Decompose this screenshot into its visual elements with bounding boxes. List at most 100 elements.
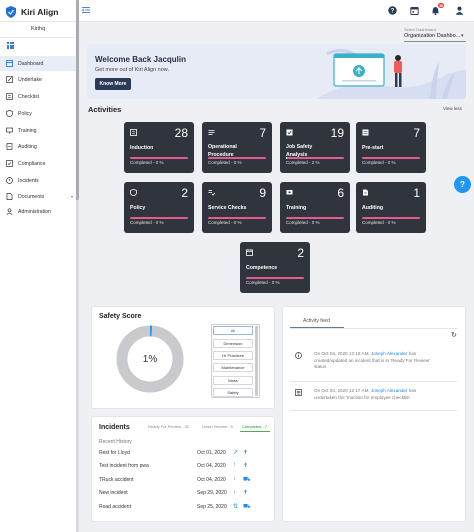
kiri-align-logo-icon [6, 6, 16, 18]
divider [0, 37, 76, 38]
feed-time: On Oct 04, 2020 12:18 AM, [314, 351, 370, 356]
user-avatar-icon[interactable] [455, 6, 464, 15]
tab-activity-feed[interactable]: Activity feed [303, 318, 330, 324]
dashboard-icon [6, 60, 13, 67]
incident-name: New incident [99, 490, 128, 496]
sidebar-item-documents[interactable]: Documents [0, 189, 76, 204]
incident-name: Test incident from pwa [99, 463, 149, 469]
tab-ready-for-review[interactable]: Ready For Review - 32 [148, 424, 189, 429]
checklist-icon [295, 389, 302, 396]
know-more-button[interactable]: Know More [95, 78, 131, 90]
sidebar-item-compliance[interactable]: Compliance [0, 156, 76, 171]
activity-card-job-safety-analysis[interactable]: 19 Job Safety Analysis Completed - 2 % [280, 122, 350, 173]
arrow-down-icon: ↓ [233, 489, 236, 495]
person-icon: ✝ [243, 463, 249, 469]
progress-bar [362, 217, 420, 219]
filter-hr-practices[interactable]: Hr Practices [213, 351, 253, 360]
safety-score-title: Safety Score [99, 313, 142, 320]
tab-completed[interactable]: Completed - 7 [242, 424, 267, 429]
progress-bar [246, 277, 304, 279]
sidebar-item-policy[interactable]: Policy [0, 106, 76, 121]
filter-all[interactable]: All [213, 326, 253, 335]
tab-under-review[interactable]: Under Review - 6 [202, 424, 233, 429]
filter-scrollbar[interactable] [255, 326, 258, 396]
swap-icon: ⇅ [233, 504, 239, 510]
feed-user-link[interactable]: Joseph Alexander [371, 351, 408, 356]
sidebar-item-administration[interactable]: Administration [0, 204, 76, 219]
activity-name: Competence [246, 265, 278, 271]
completion-text: Completed - 2 % [286, 160, 320, 165]
activity-count: 19 [330, 126, 344, 140]
training-icon [286, 190, 293, 195]
divider [290, 381, 457, 382]
filter-dimension[interactable]: Dimension [213, 339, 253, 348]
sidebar-item-auditing[interactable]: Auditing [0, 139, 76, 154]
sidebar-item-label: Dashboard [18, 60, 44, 67]
pre-start-icon [362, 129, 369, 136]
divider [0, 21, 76, 22]
activity-name: Auditing [362, 205, 384, 211]
truck-icon: ⛟ [243, 504, 251, 510]
incident-date: Oct 01, 2020 [197, 450, 226, 456]
sidebar-item-undertake[interactable]: Undertake [0, 72, 76, 87]
sidebar-item-training[interactable]: Training [0, 123, 76, 138]
filter-mass[interactable]: Mass [213, 376, 253, 385]
dashboard-select[interactable]: Organization Dashbo... [404, 33, 460, 39]
progress-bar [362, 157, 420, 159]
sidebar-item-incidents[interactable]: Incidents [0, 173, 76, 188]
activity-card-pre-start[interactable]: 7 Pre-start Completed - 0 % [356, 122, 426, 173]
chevron-down-icon[interactable]: ▾ [71, 194, 73, 199]
feed-user-link[interactable]: Joseph Alexander [371, 388, 408, 393]
incident-name: Rest for Lloyd [99, 450, 130, 456]
apps-grid-icon[interactable] [7, 42, 14, 49]
activity-card-training[interactable]: 6 Training Completed - 0 % [280, 182, 350, 233]
sidebar-item-label: Compliance [18, 160, 46, 167]
activity-card-operational-procedure[interactable]: 7 Operational Procedure Completed - 0 % [202, 122, 272, 173]
sidebar-item-label: Policy [18, 110, 32, 117]
help-icon[interactable]: ? [388, 6, 397, 15]
incidents-icon [6, 177, 13, 184]
incident-row[interactable]: Road accident Sep 25, 2020 ⇅ ⛟ [99, 504, 269, 516]
arrow-down-icon: ↓ [233, 476, 236, 482]
menu-collapse-icon[interactable] [82, 6, 90, 14]
refresh-icon[interactable]: ↻ [451, 331, 457, 339]
dropdown-caret-icon[interactable]: ▾ [461, 33, 464, 39]
safety-filter-list [211, 324, 260, 398]
activity-card-auditing[interactable]: 1 Auditing Completed - 0 % [356, 182, 426, 233]
sidebar-scrollbar-thumb[interactable] [76, 0, 79, 200]
checklist-icon [6, 93, 13, 100]
progress-bar [130, 157, 188, 159]
feed-item: On Oct 04, 2020 12:17 AM, Joseph Alexand… [314, 388, 439, 401]
completion-text: Completed - 0 % [208, 160, 242, 165]
completion-text: Completed - 0 % [362, 160, 396, 165]
incident-row[interactable]: New incident Sep 29, 2020 ↓ ✝ [99, 489, 269, 502]
sidebar-item-dashboard[interactable]: Dashboard [0, 56, 76, 71]
filter-maintenance[interactable]: Maintenance [213, 363, 253, 372]
calendar-icon[interactable] [410, 6, 419, 15]
incident-row[interactable]: Test incident from pwa Oct 04, 2020 ↑ ✝ [99, 462, 269, 475]
activity-card-induction[interactable]: 28 Induction Completed - 0 % [124, 122, 194, 173]
incident-row[interactable]: TRuck accident Oct 04, 2020 ↓ ⛟ [99, 476, 269, 489]
person-icon: ✝ [243, 450, 249, 456]
filter-safety[interactable]: Safety [213, 388, 253, 397]
svg-text:?: ? [391, 9, 395, 15]
activity-card-policy[interactable]: 2 Policy Completed - 0 % [124, 182, 194, 233]
incident-name: TRuck accident [99, 477, 134, 483]
progress-bar [130, 217, 188, 219]
activity-count: 9 [259, 186, 266, 200]
info-icon [295, 352, 302, 359]
audit-icon [6, 143, 13, 150]
view-less-link[interactable]: View less [443, 106, 462, 111]
dashboard-select-label: Select Dashboard [404, 27, 436, 32]
admin-icon [6, 208, 13, 215]
documents-icon [6, 193, 13, 200]
help-fab-button[interactable]: ? [454, 176, 471, 193]
activity-card-competence[interactable]: 2 Competence Completed - 0 % [240, 242, 310, 293]
organization-name: Kirihq [30, 26, 46, 32]
progress-bar [208, 217, 266, 219]
completion-text: Completed - 0 % [208, 220, 242, 225]
activity-feed-panel [282, 306, 466, 522]
incident-row[interactable]: Rest for Lloyd Oct 01, 2020 ↗ ✝ [99, 450, 269, 462]
activity-card-service-checks[interactable]: 9 Service Checks Completed - 0 % [202, 182, 272, 233]
sidebar-item-checklist[interactable]: Checklist [0, 89, 76, 104]
